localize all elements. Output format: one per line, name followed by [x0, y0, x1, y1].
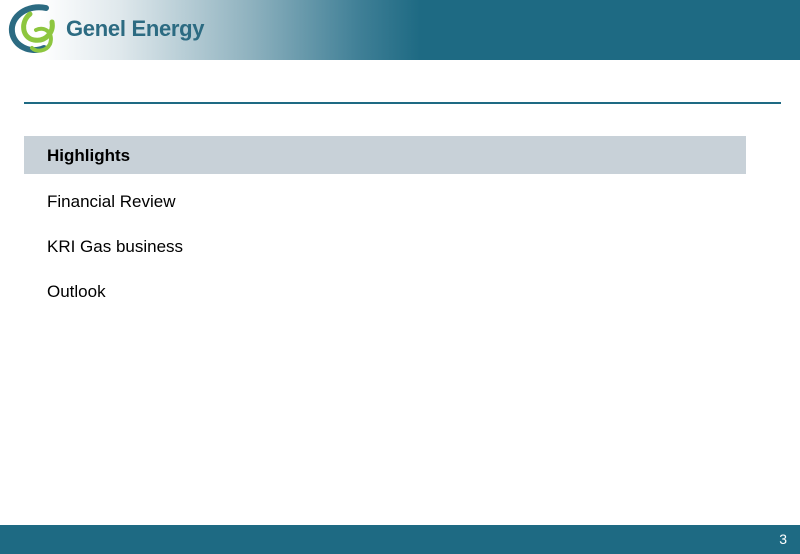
page-number: 3: [779, 531, 787, 547]
genel-logo-icon: [8, 4, 55, 53]
logo-wordmark: Genel Energy: [66, 16, 205, 41]
footer-band: 3: [0, 525, 800, 554]
agenda-item-highlights[interactable]: Highlights: [24, 136, 746, 174]
agenda-item-kri-gas-business[interactable]: KRI Gas business: [24, 226, 746, 264]
company-logo: Genel Energy: [6, 2, 205, 56]
header-band: Genel Energy: [0, 0, 800, 60]
agenda-list: Highlights Financial Review KRI Gas busi…: [24, 136, 746, 316]
title-divider: [24, 102, 781, 104]
agenda-item-outlook[interactable]: Outlook: [24, 271, 746, 309]
agenda-item-financial-review[interactable]: Financial Review: [24, 181, 746, 219]
